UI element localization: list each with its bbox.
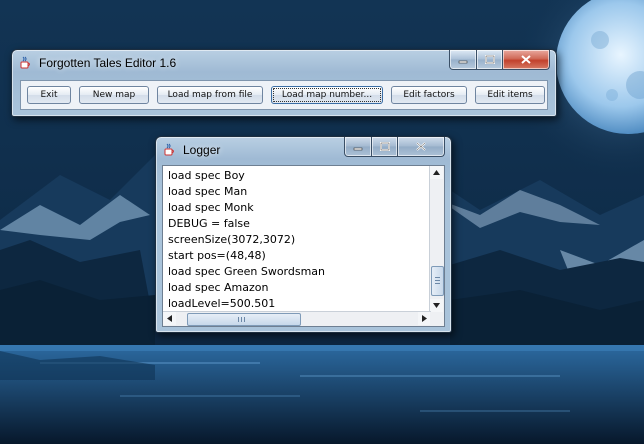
edit-items-button[interactable]: Edit items bbox=[475, 86, 545, 104]
maximize-icon bbox=[379, 142, 390, 151]
edit-factors-button[interactable]: Edit factors bbox=[391, 86, 467, 104]
editor-toolbar: Exit New map Load map from file Load map… bbox=[20, 80, 548, 110]
arrow-down-icon bbox=[433, 303, 440, 308]
main-window-title: Forgotten Tales Editor 1.6 bbox=[39, 56, 177, 70]
new-map-button[interactable]: New map bbox=[79, 86, 149, 104]
java-cup-icon bbox=[18, 56, 32, 70]
scrollbar-corner bbox=[430, 312, 444, 326]
close-icon bbox=[416, 142, 426, 151]
load-map-number-button[interactable]: Load map number... bbox=[271, 86, 383, 104]
logger-close-button[interactable] bbox=[398, 137, 445, 157]
log-lines: load spec Boy load spec Man load spec Mo… bbox=[163, 166, 431, 312]
logger-caption-buttons bbox=[344, 137, 445, 157]
vertical-scrollbar[interactable] bbox=[429, 166, 444, 312]
scroll-down-button[interactable] bbox=[430, 299, 443, 312]
close-button[interactable] bbox=[503, 50, 550, 70]
close-icon bbox=[521, 55, 531, 64]
log-line: load spec Boy bbox=[168, 169, 245, 182]
main-title-bar[interactable]: Forgotten Tales Editor 1.6 bbox=[12, 50, 556, 76]
log-text-area[interactable]: load spec Boy load spec Man load spec Mo… bbox=[162, 165, 445, 327]
arrow-up-icon bbox=[433, 170, 440, 175]
maximize-button[interactable] bbox=[477, 50, 503, 70]
horizontal-scrollbar[interactable] bbox=[163, 311, 431, 326]
logger-window: Logger load spec Boy load spec Man load … bbox=[155, 136, 452, 333]
logger-window-title: Logger bbox=[183, 143, 221, 157]
scroll-up-button[interactable] bbox=[430, 166, 443, 179]
log-line: load spec Green Swordsman bbox=[168, 265, 326, 278]
arrow-right-icon bbox=[422, 315, 427, 322]
logger-maximize-button[interactable] bbox=[372, 137, 398, 157]
vertical-scroll-thumb[interactable] bbox=[431, 266, 444, 296]
minimize-button[interactable] bbox=[449, 50, 477, 70]
exit-button[interactable]: Exit bbox=[27, 86, 71, 104]
logger-minimize-button[interactable] bbox=[344, 137, 372, 157]
maximize-icon bbox=[484, 55, 495, 64]
log-line: start pos=(48,48) bbox=[168, 249, 266, 262]
log-line: DEBUG = false bbox=[168, 217, 250, 230]
minimize-icon bbox=[353, 147, 363, 150]
arrow-left-icon bbox=[167, 315, 172, 322]
main-caption-buttons bbox=[449, 50, 550, 70]
scroll-left-button[interactable] bbox=[163, 312, 176, 325]
log-line: load spec Monk bbox=[168, 201, 254, 214]
log-line: loadLevel=500.501 bbox=[168, 297, 276, 310]
logger-title-bar[interactable]: Logger bbox=[156, 137, 451, 163]
log-line: screenSize(3072,3072) bbox=[168, 233, 296, 246]
log-line: load spec Amazon bbox=[168, 281, 269, 294]
load-map-from-file-button[interactable]: Load map from file bbox=[157, 86, 263, 104]
editor-main-window: Forgotten Tales Editor 1.6 Exit New map … bbox=[11, 49, 557, 117]
log-line: load spec Man bbox=[168, 185, 248, 198]
java-cup-icon bbox=[162, 143, 176, 157]
minimize-icon bbox=[458, 60, 468, 63]
horizontal-scroll-thumb[interactable] bbox=[187, 313, 301, 326]
